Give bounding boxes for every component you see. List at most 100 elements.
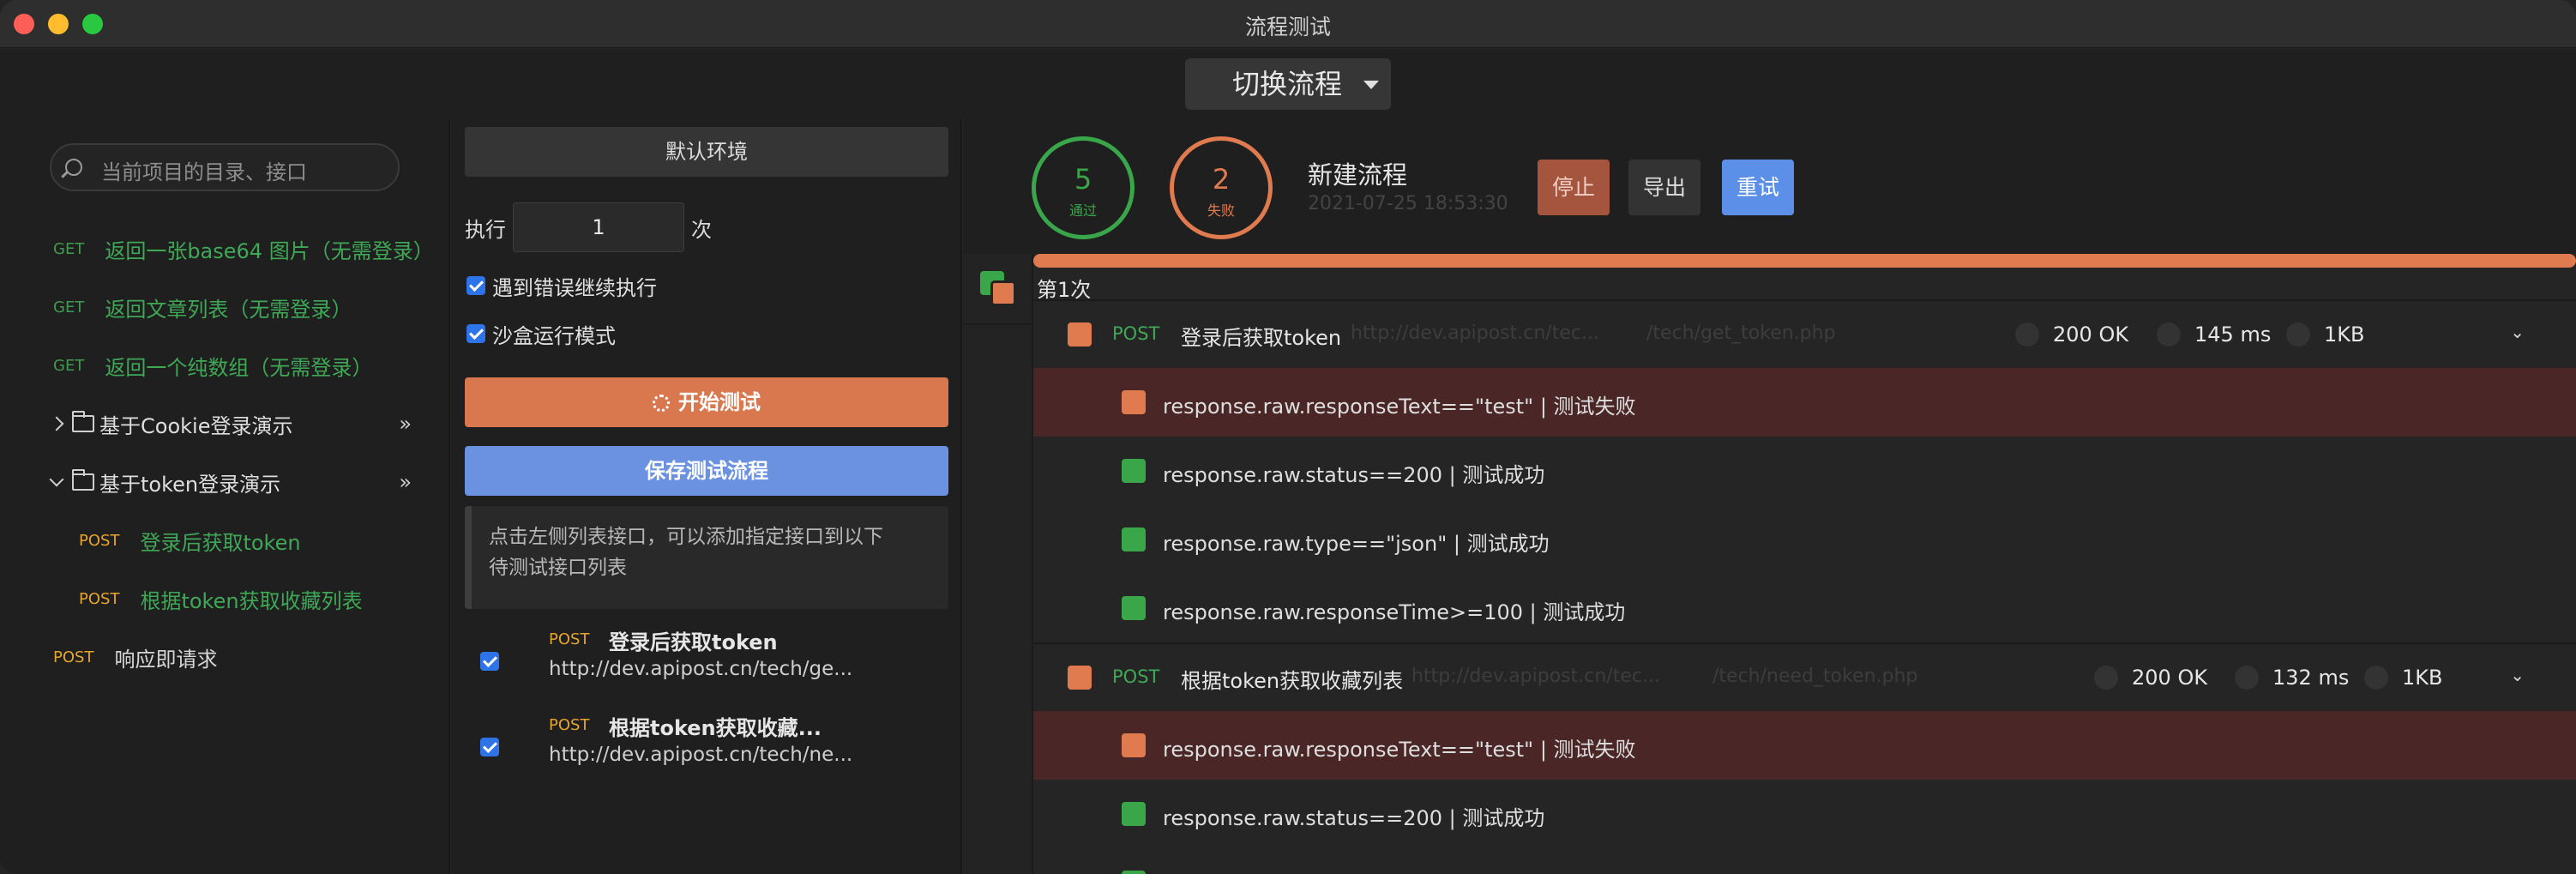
- method-badge: POST: [79, 589, 120, 608]
- stop-button[interactable]: 停止: [1538, 160, 1610, 215]
- sandbox-mode-option[interactable]: 沙盒运行模式: [466, 318, 616, 349]
- assertion-text: response.raw.responseText=="test" | 测试失败: [1163, 738, 1636, 762]
- api-label: 返回一张base64 图片（无需登录）: [105, 238, 434, 263]
- title-bar: 流程测试: [0, 0, 2576, 48]
- size-dot-icon: [2286, 322, 2310, 347]
- api-label: 响应即请求: [114, 647, 218, 672]
- search-placeholder: 当前项目的目录、接口: [101, 160, 307, 184]
- results-list: 第1次 POST 登录后获取token http://dev.apipost.c…: [963, 254, 2576, 874]
- save-flow-button[interactable]: 保存测试流程: [465, 446, 948, 496]
- environment-select[interactable]: 默认环境: [465, 127, 948, 177]
- api-label: 返回一个纯数组（无需登录）: [105, 355, 373, 380]
- flow-config-panel: 默认环境 执行 1 次 遇到错误继续执行 沙盒运行模式 开始测试 保存测试流程 …: [451, 119, 962, 874]
- progress-bar: [1033, 254, 2576, 268]
- request-name: 根据token获取收藏列表: [1181, 669, 1404, 693]
- fail-count-ring: 2 失败: [1170, 136, 1273, 239]
- assertion-row: response.raw.responseTime>=100 | 测试成功: [1033, 574, 2576, 642]
- loading-spinner-icon: [653, 395, 670, 412]
- api-item[interactable]: GET 返回一张base64 图片（无需登录）: [53, 232, 434, 266]
- response-size: 1KB: [2286, 320, 2364, 349]
- status-code: 200 OK: [2094, 663, 2207, 692]
- pass-count-ring: 5 通过: [1032, 136, 1135, 239]
- exec-count-input[interactable]: 1: [513, 202, 684, 252]
- method-badge: POST: [1112, 323, 1160, 344]
- folder-label: 基于Cookie登录演示: [99, 413, 293, 438]
- api-item[interactable]: POST 响应即请求: [53, 640, 217, 674]
- start-test-button[interactable]: 开始测试: [465, 377, 948, 427]
- sandbox-mode-checkbox[interactable]: [466, 324, 485, 343]
- api-item[interactable]: GET 返回一个纯数组（无需登录）: [53, 348, 372, 383]
- test-results-panel: 5 通过 2 失败 新建流程 2021-07-25 18:53:30 停止 导出…: [963, 119, 2576, 874]
- divider: [963, 323, 1033, 325]
- api-label: 根据token获取收藏列表: [140, 588, 363, 613]
- api-item[interactable]: POST 根据token获取收藏列表: [79, 582, 363, 616]
- time-text: 145 ms: [2194, 322, 2272, 347]
- flow-api-item[interactable]: POST 登录后获取token http://dev.apipost.cn/te…: [465, 622, 948, 699]
- fail-status-icon: [1068, 322, 1092, 347]
- expand-more-icon[interactable]: »: [399, 412, 412, 436]
- api-label: 返回文章列表（无需登录）: [105, 297, 352, 322]
- response-time: 145 ms: [2157, 320, 2271, 349]
- window-title: 流程测试: [1244, 15, 1331, 39]
- flow-item-checkbox[interactable]: [480, 738, 499, 756]
- folder-label: 基于token登录演示: [99, 472, 281, 497]
- app-window: 流程测试 切换流程 当前项目的目录、接口 GET 返回一张base64 图片（无…: [0, 0, 2576, 874]
- api-item[interactable]: GET 返回文章列表（无需登录）: [53, 290, 352, 324]
- pass-count: 5: [1074, 163, 1092, 196]
- fail-status-icon: [1068, 666, 1092, 690]
- assertion-row: response.raw.responseText=="test" | 测试失败: [1033, 368, 2576, 437]
- request-url-prefix: http://dev.apipost.cn/tec...: [1351, 322, 1599, 344]
- method-badge: GET: [53, 356, 85, 375]
- search-input[interactable]: 当前项目的目录、接口: [50, 143, 400, 191]
- exec-prefix: 执行: [465, 217, 506, 242]
- continue-on-error-checkbox[interactable]: [466, 276, 485, 295]
- assertion-row: response.raw.type=="json" | 测试成功: [1033, 505, 2576, 574]
- folder-cookie-login[interactable]: 基于Cookie登录演示 »: [49, 407, 412, 441]
- round-label: 第1次: [1037, 278, 1092, 302]
- folder-icon: [72, 469, 94, 491]
- fail-status-icon: [990, 280, 1016, 306]
- flow-item-checkbox[interactable]: [480, 652, 499, 671]
- method-badge: POST: [549, 716, 590, 734]
- switch-flow-dropdown[interactable]: 切换流程: [1185, 58, 1391, 110]
- method-badge: GET: [53, 239, 85, 258]
- retry-button[interactable]: 重试: [1722, 160, 1794, 215]
- continue-on-error-option[interactable]: 遇到错误继续执行: [466, 270, 657, 301]
- api-tree-sidebar: 当前项目的目录、接口 GET 返回一张base64 图片（无需登录） GET 返…: [0, 119, 450, 874]
- hint-line: 待测试接口列表: [489, 557, 627, 579]
- size-dot-icon: [2364, 666, 2388, 690]
- exec-suffix: 次: [691, 217, 712, 242]
- export-button[interactable]: 导出: [1628, 160, 1700, 215]
- chevron-down-icon: [49, 472, 64, 487]
- result-summary: 5 通过 2 失败 新建流程 2021-07-25 18:53:30 停止 导出…: [963, 119, 2576, 254]
- assertion-text: response.raw.type=="json" | 测试成功: [1163, 532, 1550, 556]
- pass-status-icon: [1122, 802, 1146, 826]
- api-item[interactable]: POST 登录后获取token: [79, 523, 301, 558]
- request-url-suffix: /tech/get_token.php: [1646, 322, 1836, 344]
- request-result-row[interactable]: POST 根据token获取收藏列表 http://dev.apipost.cn…: [1033, 642, 2576, 709]
- flow-item-name: 根据token获取收藏...: [609, 716, 822, 740]
- pass-label: 通过: [1068, 202, 1097, 219]
- flow-api-item[interactable]: POST 根据token获取收藏... http://dev.apipost.c…: [465, 708, 948, 785]
- chevron-down-icon[interactable]: ⌄: [2510, 665, 2525, 685]
- method-badge: POST: [79, 531, 120, 550]
- folder-token-login[interactable]: 基于token登录演示 »: [49, 465, 412, 499]
- time-text: 132 ms: [2272, 666, 2350, 690]
- method-badge: POST: [53, 648, 94, 666]
- method-badge: GET: [53, 298, 85, 316]
- flow-item-name: 登录后获取token: [609, 630, 778, 654]
- status-dot-icon: [2094, 666, 2118, 690]
- fail-status-icon: [1122, 390, 1146, 414]
- chevron-down-icon[interactable]: ⌄: [2510, 322, 2525, 342]
- expand-more-icon[interactable]: »: [399, 470, 412, 494]
- top-bar: 切换流程: [0, 49, 2576, 119]
- request-result-row[interactable]: POST 登录后获取token http://dev.apipost.cn/te…: [1033, 299, 2576, 366]
- status-code: 200 OK: [2015, 320, 2128, 349]
- method-badge: POST: [549, 630, 590, 648]
- request-url-prefix: http://dev.apipost.cn/tec...: [1411, 666, 1660, 687]
- assertion-text: response.raw.status==200 | 测试成功: [1163, 806, 1545, 830]
- hint-line: 点击左侧列表接口，可以添加指定接口到以下: [489, 526, 883, 548]
- response-size: 1KB: [2364, 663, 2442, 692]
- folder-icon: [72, 411, 94, 432]
- pass-status-icon: [1122, 459, 1146, 483]
